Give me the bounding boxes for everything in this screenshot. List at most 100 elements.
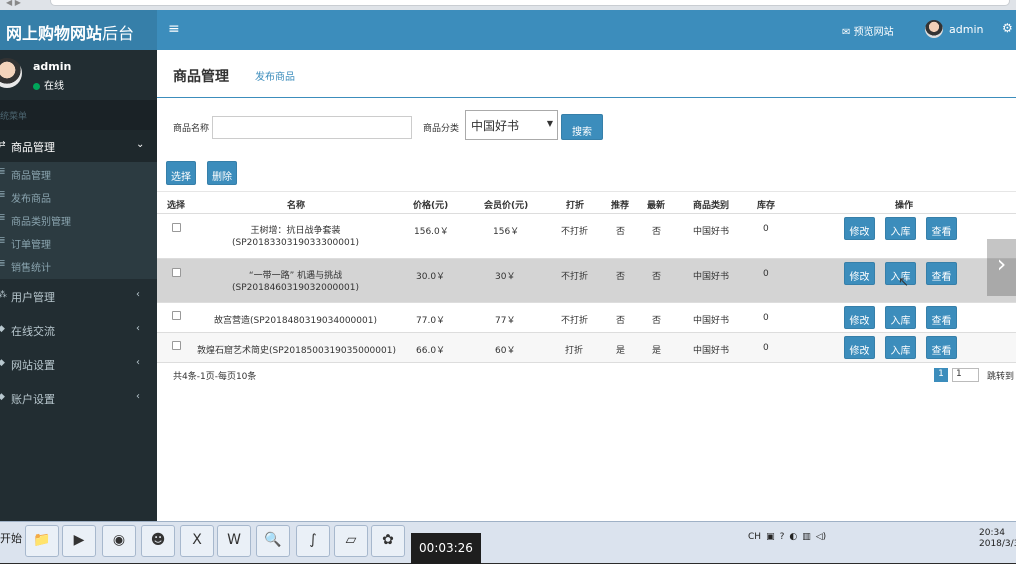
product-name-input[interactable] — [212, 116, 412, 139]
sidebar-item-site-settings[interactable]: ◆ 网站设置 ‹ — [0, 348, 157, 380]
taskbar: 开始 📁 ▶ ◉ ☻ X W 🔍 ∫ ▱ ✿ 00:03:26 CH ▣? ◐ ▥ ◁)… — [0, 521, 1016, 564]
editor-icon[interactable]: ∫ — [296, 525, 330, 557]
chevron-right-icon[interactable]: › — [987, 239, 1016, 296]
people-icon[interactable]: ☻ — [141, 525, 175, 557]
gears-icon[interactable]: ⚙ — [1002, 21, 1013, 35]
stock-in-button[interactable]: 入库 — [885, 306, 916, 329]
folder-icon[interactable]: 📁 — [25, 525, 59, 557]
col-price: 价格(元) — [413, 201, 449, 211]
address-bar[interactable] — [50, 0, 1010, 6]
sidebar-item-user-management[interactable]: ⁂ 用户管理 ‹ — [0, 280, 157, 312]
status-dot-icon — [33, 82, 40, 90]
newest: 是 — [652, 346, 662, 356]
exchange-icon: ⇄ — [0, 140, 6, 150]
menu-header: 统菜单 — [0, 100, 157, 130]
edit-button[interactable]: 修改 — [844, 306, 875, 329]
sidebar-subitem-order-management[interactable]: ≣ 订单管理 — [0, 231, 157, 254]
tray-icon[interactable]: ◐ — [789, 532, 797, 542]
pagination-info: 共4条-1页-每页10条 — [173, 372, 257, 382]
stock: 0 — [763, 343, 769, 353]
category-select[interactable]: 中国好书 ▼ — [465, 110, 558, 140]
stock-in-button[interactable]: 入库 — [885, 217, 916, 240]
col-actions: 操作 — [895, 201, 914, 211]
product-name: “一带一路” 机遇与挑战 — [248, 271, 343, 281]
sidebar-item-online-chat[interactable]: ◆ 在线交流 ‹ — [0, 314, 157, 346]
newest: 否 — [652, 316, 662, 326]
stock-in-button[interactable]: 入库 — [885, 336, 916, 359]
chrome-icon[interactable]: ◉ — [102, 525, 136, 557]
volume-icon[interactable]: ◁) — [816, 532, 826, 542]
excel-icon[interactable]: X — [180, 525, 214, 557]
discount: 打折 — [565, 346, 584, 356]
settings-icon: ◆ — [0, 358, 5, 368]
help-icon[interactable]: ? — [780, 532, 785, 542]
row-checkbox[interactable] — [172, 341, 181, 350]
notes-icon[interactable]: ▱ — [334, 525, 368, 557]
row-checkbox[interactable] — [172, 268, 181, 277]
edit-button[interactable]: 修改 — [844, 262, 875, 285]
view-button[interactable]: 查看 — [926, 262, 957, 285]
sidebar-subitem-product-management[interactable]: ≣ 商品管理 — [0, 162, 157, 185]
view-button[interactable]: 查看 — [926, 306, 957, 329]
stock: 0 — [763, 313, 769, 323]
category-label: 商品分类 — [423, 124, 460, 134]
page-jump-input[interactable]: 1 — [952, 368, 979, 382]
sidebar-item-product-management[interactable]: ⇄ 商品管理 ⌄ — [0, 130, 157, 162]
top-header: 网上购物网站后台 ≡ ✉ 预览网站 admin ⚙ — [0, 10, 1016, 50]
app-icon[interactable]: ✿ — [371, 525, 405, 557]
col-category: 商品类别 — [693, 201, 730, 211]
table-row: 敦煌石窟艺术简史(SP2018500319035000001) 66.0￥ 60… — [157, 333, 1016, 363]
edit-button[interactable]: 修改 — [844, 217, 875, 240]
content-header: 商品管理 发布商品 — [157, 50, 1016, 98]
preview-site-link[interactable]: ✉ 预览网站 — [842, 23, 894, 38]
view-button[interactable]: 查看 — [926, 336, 957, 359]
user-name: admin — [33, 60, 72, 73]
row-checkbox[interactable] — [172, 223, 181, 232]
row-checkbox[interactable] — [172, 311, 181, 320]
word-icon[interactable]: W — [217, 525, 251, 557]
list-icon: ≣ — [0, 236, 6, 246]
viewer-icon[interactable]: 🔍 — [256, 525, 290, 557]
member-price: 30￥ — [495, 272, 516, 282]
col-newest: 最新 — [647, 201, 666, 211]
sidebar: admin 在线 统菜单 ⇄ 商品管理 ⌄ ≣ 商品管理 ≣ 发布商品 ≣ 商品… — [0, 50, 157, 521]
online-status: 在线 — [33, 77, 64, 92]
sidebar-toggle-icon[interactable]: ≡ — [168, 21, 180, 37]
sidebar-subitem-category-management[interactable]: ≣ 商品类别管理 — [0, 208, 157, 231]
stock: 0 — [763, 224, 769, 234]
tray-icon[interactable]: ▣ — [766, 532, 775, 542]
product-name: 敦煌石窟艺术简史(SP2018500319035000001) — [197, 346, 396, 356]
logo[interactable]: 网上购物网站后台 — [0, 10, 157, 50]
select-button[interactable]: 选择 — [166, 161, 196, 185]
col-name: 名称 — [287, 201, 306, 211]
network-icon[interactable]: ▥ — [802, 532, 811, 542]
sidebar-subitem-sales-stats[interactable]: ≣ 销售统计 — [0, 254, 157, 277]
price: 30.0￥ — [416, 272, 446, 282]
envelope-icon: ✉ — [842, 27, 851, 38]
pagination: 共4条-1页-每页10条 1 1 跳转到 — [157, 368, 1016, 388]
media-player-icon[interactable]: ▶ — [62, 525, 96, 557]
edit-button[interactable]: 修改 — [844, 336, 875, 359]
search-button[interactable]: 搜索 — [561, 114, 603, 140]
sidebar-subitem-publish-product[interactable]: ≣ 发布商品 — [0, 185, 157, 208]
clock[interactable]: 20:34 2018/3/3 — [979, 528, 1016, 550]
delete-button[interactable]: 删除 — [207, 161, 237, 185]
page-title: 商品管理 — [173, 69, 229, 85]
start-button[interactable]: 开始 — [0, 530, 22, 546]
price: 66.0￥ — [416, 346, 446, 356]
product-code: (SP2018460319032000001) — [232, 283, 359, 293]
sidebar-item-account-settings[interactable]: ◆ 账户设置 ‹ — [0, 382, 157, 414]
stock: 0 — [763, 269, 769, 279]
search-form: 商品名称 商品分类 中国好书 ▼ 搜索 — [157, 110, 1016, 144]
view-button[interactable]: 查看 — [926, 217, 957, 240]
system-tray: CH ▣? ◐ ▥ ◁) — [748, 532, 831, 542]
table-header: 选择 名称 价格(元) 会员价(元) 打折 推荐 最新 商品类别 库存 操作 — [157, 191, 1016, 214]
browser-nav-icons[interactable]: ◀ ▶ — [6, 0, 46, 7]
publish-product-link[interactable]: 发布商品 — [255, 68, 295, 83]
chevron-left-icon: ‹ — [136, 391, 140, 402]
account-icon: ◆ — [0, 392, 5, 402]
user-menu[interactable]: admin — [925, 20, 983, 38]
jump-to-label[interactable]: 跳转到 — [987, 369, 1014, 382]
page-1-button[interactable]: 1 — [934, 368, 948, 382]
language-indicator[interactable]: CH — [748, 532, 761, 542]
